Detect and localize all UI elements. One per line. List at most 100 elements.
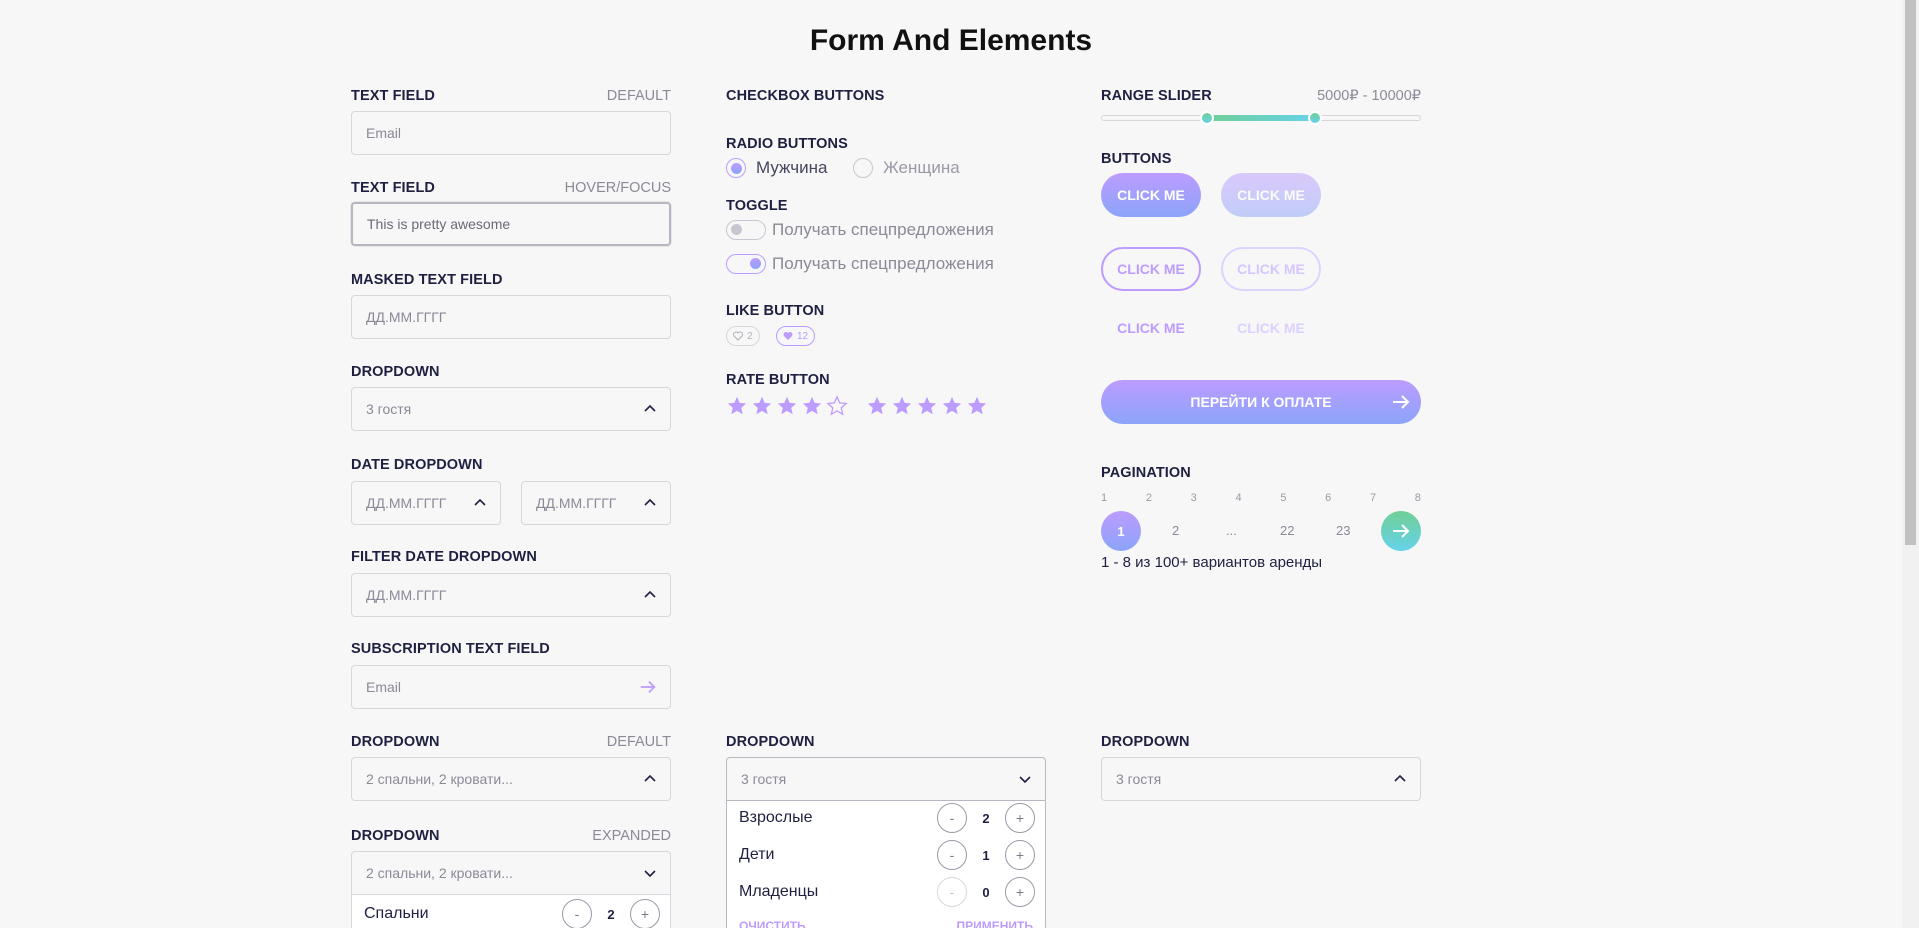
text-field-state: DEFAULT bbox=[606, 88, 671, 104]
decrement-button[interactable]: - bbox=[562, 899, 592, 928]
radio-male[interactable]: Мужчина bbox=[726, 158, 827, 178]
filter-date-placeholder: ДД.ММ.ГГГГ bbox=[366, 587, 447, 603]
range-slider-min-handle[interactable] bbox=[1199, 111, 1214, 125]
toggle-switch-off[interactable] bbox=[726, 220, 766, 240]
subscription-label-row: SUBSCRIPTION TEXT FIELD bbox=[351, 641, 671, 657]
increment-button[interactable]: + bbox=[1005, 840, 1035, 870]
clear-button[interactable]: ОЧИСТИТЬ bbox=[739, 919, 806, 928]
dropdown-label-row: DROPDOWN bbox=[351, 364, 671, 380]
dropdown-3-label: DROPDOWN bbox=[1101, 734, 1190, 750]
text-field-label: TEXT FIELD bbox=[351, 88, 435, 104]
guests-dropdown[interactable]: 3 гостя bbox=[351, 387, 671, 431]
rooms-count: 2 bbox=[607, 906, 615, 922]
radio-male-label: Мужчина bbox=[756, 158, 828, 177]
guests-dropdown-panel: Взрослые - 2 + Дети - 1 + Младенцы - 0 +… bbox=[726, 801, 1046, 928]
like-off-count: 2 bbox=[747, 330, 753, 342]
scrollbar-thumb[interactable] bbox=[1905, 0, 1916, 545]
page-number: 7 bbox=[1369, 492, 1377, 504]
click-me-button-disabled[interactable]: CLICK ME bbox=[1221, 173, 1321, 217]
toggle-label-row: TOGGLE bbox=[726, 198, 1046, 214]
click-me-outline-button[interactable]: CLICK ME bbox=[1101, 247, 1201, 291]
guests-dropdown-value: 3 гостя bbox=[366, 401, 412, 417]
masked-date-field[interactable]: ДД.ММ.ГГГГ bbox=[351, 295, 671, 339]
radio-female-label: Женщина bbox=[883, 158, 960, 177]
increment-button[interactable]: + bbox=[1005, 877, 1035, 907]
star-icon[interactable] bbox=[751, 395, 773, 417]
page-scrollbar[interactable] bbox=[1902, 0, 1919, 928]
page-link[interactable]: 2 bbox=[1172, 523, 1179, 538]
quantity-stepper: - 2 + bbox=[562, 899, 660, 928]
star-icon[interactable] bbox=[941, 395, 963, 417]
go-to-payment-button[interactable]: ПЕРЕЙТИ К ОПЛАТЕ bbox=[1101, 380, 1421, 424]
click-me-text-button[interactable]: CLICK ME bbox=[1101, 306, 1201, 350]
children-label: Дети bbox=[739, 846, 775, 863]
checkbox-buttons-label: CHECKBOX BUTTONS bbox=[726, 88, 885, 104]
toggle-on-label: Получать спецпредложения bbox=[772, 254, 994, 273]
rate-stars-5[interactable] bbox=[866, 395, 988, 417]
rooms-dropdown-expanded[interactable]: 2 спальни, 2 кровати... bbox=[351, 851, 671, 895]
chevron-up-icon bbox=[642, 401, 658, 417]
pagination-label: PAGINATION bbox=[1101, 465, 1191, 481]
filter-date-label: FILTER DATE DROPDOWN bbox=[351, 549, 537, 565]
decrement-button[interactable]: - bbox=[937, 877, 967, 907]
toggle-on[interactable]: Получать спецпредложения bbox=[726, 254, 994, 274]
like-button-on[interactable]: 12 bbox=[776, 326, 816, 346]
range-slider-max-handle[interactable] bbox=[1308, 111, 1323, 125]
filter-date-dropdown[interactable]: ДД.ММ.ГГГГ bbox=[351, 573, 671, 617]
page-number: 1 bbox=[1101, 492, 1108, 504]
click-me-text-button-disabled[interactable]: CLICK ME bbox=[1221, 306, 1321, 350]
guests-dropdown-collapsed[interactable]: 3 гостя bbox=[1101, 757, 1421, 801]
dropdown-default-label-row: DROPDOWN DEFAULT bbox=[351, 734, 671, 750]
dropdown-default-state: DEFAULT bbox=[606, 734, 671, 750]
date-from-dropdown[interactable]: ДД.ММ.ГГГГ bbox=[351, 481, 501, 525]
decrement-button[interactable]: - bbox=[937, 840, 967, 870]
page-current[interactable]: 1 bbox=[1101, 511, 1141, 551]
rate-button-label: RATE BUTTON bbox=[726, 372, 830, 388]
arrow-right-icon bbox=[1393, 524, 1410, 538]
increment-button[interactable]: + bbox=[1005, 803, 1035, 833]
pagination-numbers: 1 2 3 4 5 6 7 8 bbox=[1101, 492, 1421, 504]
like-button-off[interactable]: 2 bbox=[726, 326, 760, 346]
toggle-off-label: Получать спецпредложения bbox=[772, 220, 994, 239]
toggle-label: TOGGLE bbox=[726, 198, 788, 214]
guests-dropdown-expanded[interactable]: 3 гостя bbox=[726, 757, 1046, 801]
subscription-email-field[interactable]: Email bbox=[351, 665, 671, 709]
heart-icon bbox=[733, 331, 743, 341]
toggle-switch-on[interactable] bbox=[726, 254, 766, 274]
range-slider-value: 5000₽ - 10000₽ bbox=[1317, 88, 1421, 104]
date-to-dropdown[interactable]: ДД.ММ.ГГГГ bbox=[521, 481, 671, 525]
arrow-right-icon[interactable] bbox=[638, 677, 658, 697]
star-icon[interactable] bbox=[966, 395, 988, 417]
radio-unchecked-icon bbox=[853, 158, 873, 178]
text-field-focus-label: TEXT FIELD bbox=[351, 180, 435, 196]
page-link[interactable]: 23 bbox=[1336, 523, 1350, 538]
increment-button[interactable]: + bbox=[630, 899, 660, 928]
email-field[interactable]: Email bbox=[351, 111, 671, 155]
star-icon[interactable] bbox=[891, 395, 913, 417]
rate-stars-4[interactable] bbox=[726, 395, 848, 417]
adults-count: 2 bbox=[982, 810, 990, 826]
star-icon[interactable] bbox=[801, 395, 823, 417]
star-icon[interactable] bbox=[776, 395, 798, 417]
star-icon[interactable] bbox=[726, 395, 748, 417]
click-me-button[interactable]: CLICK ME bbox=[1101, 173, 1201, 217]
adults-label: Взрослые bbox=[739, 809, 813, 826]
text-field-focused[interactable]: This is pretty awesome bbox=[351, 202, 671, 246]
guests-dropdown-collapsed-value: 3 гостя bbox=[1116, 771, 1162, 787]
click-me-outline-button-disabled[interactable]: CLICK ME bbox=[1221, 247, 1321, 291]
chevron-up-icon bbox=[1392, 771, 1408, 787]
radio-female[interactable]: Женщина bbox=[853, 158, 960, 178]
toggle-off[interactable]: Получать спецпредложения bbox=[726, 220, 994, 240]
apply-button[interactable]: ПРИМЕНИТЬ bbox=[957, 919, 1034, 928]
guests-dropdown-label: DROPDOWN bbox=[726, 734, 815, 750]
star-icon[interactable] bbox=[826, 395, 848, 417]
decrement-button[interactable]: - bbox=[937, 803, 967, 833]
rooms-dropdown-default[interactable]: 2 спальни, 2 кровати... bbox=[351, 757, 671, 801]
page-number: 3 bbox=[1190, 492, 1197, 504]
text-field-label-row: TEXT FIELD DEFAULT bbox=[351, 88, 671, 104]
star-icon[interactable] bbox=[866, 395, 888, 417]
next-page-button[interactable] bbox=[1381, 511, 1421, 551]
date-dropdown-label: DATE DROPDOWN bbox=[351, 457, 483, 473]
page-link[interactable]: 22 bbox=[1280, 523, 1294, 538]
star-icon[interactable] bbox=[916, 395, 938, 417]
